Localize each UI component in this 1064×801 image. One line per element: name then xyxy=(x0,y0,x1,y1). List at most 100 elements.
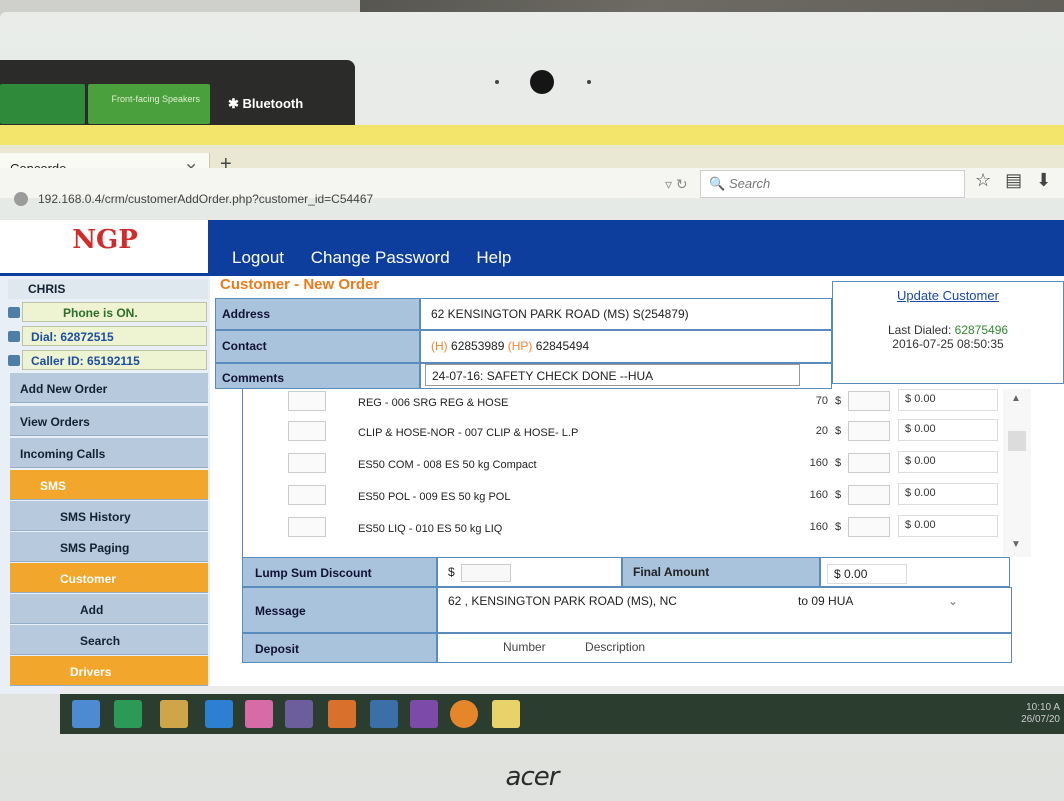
dial-icon xyxy=(8,331,20,342)
system-tray[interactable]: 10:10 A 26/07/20 xyxy=(1021,702,1060,726)
message-text[interactable]: 62 , KENSINGTON PARK ROAD (MS), NC xyxy=(448,594,677,608)
menu-section-sms[interactable]: SMS xyxy=(10,470,208,500)
scroll-thumb[interactable] xyxy=(1008,431,1026,451)
amount-field: $ 0.00 xyxy=(898,515,998,537)
message-cell: 62 , KENSINGTON PARK ROAD (MS), NC to 09… xyxy=(437,587,1012,633)
user-name: CHRIS xyxy=(8,279,208,299)
quantity-field[interactable] xyxy=(288,453,326,473)
logout-link[interactable]: Logout xyxy=(232,248,284,267)
caller-id-icon xyxy=(8,355,20,366)
toolbar-icons[interactable]: ☆▤⬇ xyxy=(975,170,1064,191)
list-item: ES50 LIQ - 010 ES 50 kg LIQ 160 $ $ 0.00 xyxy=(243,515,1003,545)
price-field[interactable] xyxy=(848,485,890,505)
dial-status: Dial: 62872515 xyxy=(22,326,207,346)
list-item: REG - 006 SRG REG & HOSE 70 $ $ 0.00 xyxy=(243,389,1003,419)
amazon-icon[interactable] xyxy=(285,700,313,728)
page-content: NGP Logout Change Password Help CHRIS Ph… xyxy=(0,220,1064,694)
url-text: 192.168.0.4/crm/customerAddOrder.php?cus… xyxy=(38,192,374,206)
menu-sms-paging[interactable]: SMS Paging xyxy=(10,532,208,562)
store-icon[interactable] xyxy=(114,700,142,728)
lump-sum-cell: $ xyxy=(437,557,622,587)
quantity-field[interactable] xyxy=(288,421,326,441)
address-bar[interactable]: 192.168.0.4/crm/customerAddOrder.php?cus… xyxy=(8,186,668,212)
home-icon[interactable] xyxy=(370,700,398,728)
chevron-down-icon[interactable]: ▼ xyxy=(1011,539,1021,550)
sensor-dot xyxy=(587,80,591,84)
search-input[interactable]: 🔍 Search xyxy=(700,170,965,198)
change-password-link[interactable]: Change Password xyxy=(311,248,450,267)
customer-info-box: Update Customer Last Dialed: 62875496 20… xyxy=(832,281,1064,384)
message-to: to 09 HUA xyxy=(798,594,854,608)
deposit-label: Deposit xyxy=(242,633,437,663)
browser-top-strip xyxy=(0,125,1064,145)
phone-status: Phone is ON. xyxy=(22,302,207,322)
chevron-down-icon[interactable]: ⌄ xyxy=(948,594,958,608)
sidebar: CHRIS Phone is ON. Dial: 62872515 Caller… xyxy=(0,276,210,694)
amount-field: $ 0.00 xyxy=(898,451,998,473)
menu-view-orders[interactable]: View Orders xyxy=(10,406,208,436)
menu-sms-history[interactable]: SMS History xyxy=(10,501,208,531)
windows-start-icon[interactable] xyxy=(72,700,100,728)
menu-incoming-calls[interactable]: Incoming Calls xyxy=(10,438,208,468)
sensor-dot xyxy=(495,80,499,84)
final-amount-value: $ 0.00 xyxy=(827,564,907,584)
final-amount-cell: $ 0.00 xyxy=(820,557,1010,587)
page-title: Customer - New Order xyxy=(220,276,380,293)
contact-value: (H) 62853989 (HP) 62845494 xyxy=(420,330,832,363)
reload-icon[interactable]: ▿ ↻ xyxy=(665,176,688,193)
edge-icon[interactable] xyxy=(205,700,233,728)
amount-field: $ 0.00 xyxy=(898,389,998,411)
firefox-icon[interactable] xyxy=(450,700,478,728)
onenote-icon[interactable] xyxy=(410,700,438,728)
price-field[interactable] xyxy=(848,391,890,411)
items-scrollbar[interactable]: ▲ ▼ xyxy=(1003,389,1031,557)
price-field[interactable] xyxy=(848,421,890,441)
amount-field: $ 0.00 xyxy=(898,483,998,505)
site-info-icon[interactable] xyxy=(14,192,28,206)
photos-icon[interactable] xyxy=(245,700,273,728)
amount-field: $ 0.00 xyxy=(898,419,998,441)
quantity-field[interactable] xyxy=(288,517,326,537)
order-items-list: REG - 006 SRG REG & HOSE 70 $ $ 0.00 CLI… xyxy=(242,389,1032,557)
logo: NGP xyxy=(72,225,138,255)
horizontal-scrollbar[interactable] xyxy=(60,686,1064,694)
list-item: CLIP & HOSE-NOR - 007 CLIP & HOSE- L.P 2… xyxy=(243,419,1003,449)
comments-label: Comments xyxy=(215,363,420,389)
main-form: Customer - New Order Address 62 KENSINGT… xyxy=(210,276,1064,694)
last-dialed: Last Dialed: 62875496 2016-07-25 08:50:3… xyxy=(887,323,1009,351)
header-nav: Logout Change Password Help xyxy=(232,248,533,268)
price-field[interactable] xyxy=(848,453,890,473)
tile-green[interactable] xyxy=(0,84,85,124)
tile-speakers[interactable]: Front-facing Speakers xyxy=(88,84,210,124)
menu-customer-add[interactable]: Add xyxy=(10,594,208,624)
menu-customer-search[interactable]: Search xyxy=(10,625,208,655)
windows-taskbar: 10:10 A 26/07/20 xyxy=(60,694,1064,734)
folder-icon[interactable] xyxy=(160,700,188,728)
caller-id-status: Caller ID: 65192115 xyxy=(22,350,207,370)
quantity-field[interactable] xyxy=(288,391,326,411)
message-label: Message xyxy=(242,587,437,633)
help-link[interactable]: Help xyxy=(476,248,511,267)
address-label: Address xyxy=(215,298,420,330)
deposit-cell: Number Description xyxy=(437,633,1012,663)
tile-bluetooth[interactable]: ✱ Bluetooth xyxy=(214,84,324,124)
app-icon[interactable] xyxy=(328,700,356,728)
update-customer-link[interactable]: Update Customer xyxy=(833,288,1063,303)
lump-sum-input[interactable] xyxy=(460,564,511,582)
desktop-tiles: Front-facing Speakers ✱ Bluetooth xyxy=(0,60,355,128)
comments-field[interactable]: 24-07-16: SAFETY CHECK DONE --HUA xyxy=(425,364,800,386)
menu-add-new-order[interactable]: Add New Order xyxy=(10,373,208,403)
lump-sum-label: Lump Sum Discount xyxy=(242,557,437,587)
menu-section-drivers[interactable]: Drivers xyxy=(10,656,208,686)
chevron-up-icon[interactable]: ▲ xyxy=(1011,393,1021,404)
quantity-field[interactable] xyxy=(288,485,326,505)
list-item: ES50 POL - 009 ES 50 kg POL 160 $ $ 0.00 xyxy=(243,483,1003,513)
notes-icon[interactable] xyxy=(492,700,520,728)
address-value: 62 KENSINGTON PARK ROAD (MS) S(254879) xyxy=(420,298,832,330)
contact-label: Contact xyxy=(215,330,420,363)
search-icon: 🔍 xyxy=(709,176,726,191)
menu-section-customer[interactable]: Customer xyxy=(10,563,208,593)
phone-icon xyxy=(8,307,20,318)
webcam-icon xyxy=(530,70,554,94)
price-field[interactable] xyxy=(848,517,890,537)
